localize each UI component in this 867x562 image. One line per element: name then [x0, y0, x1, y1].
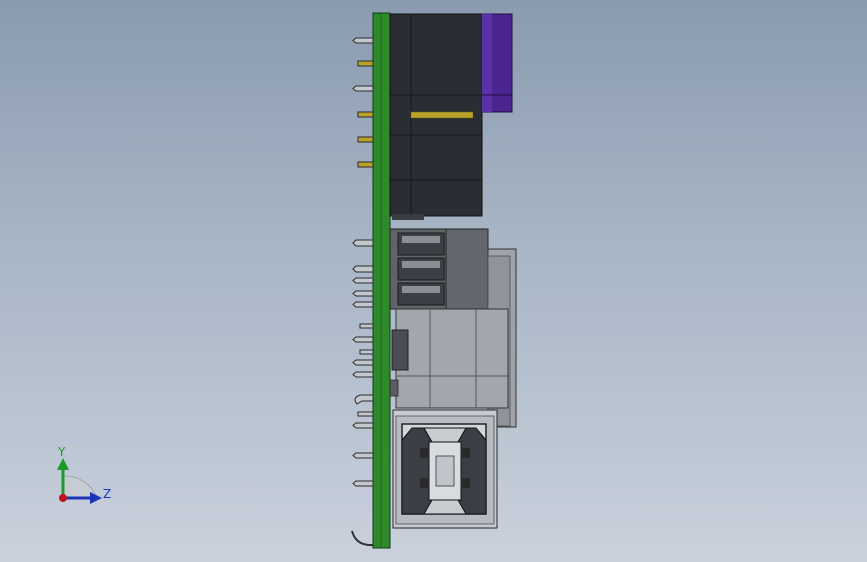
x-axis-dot [59, 494, 67, 502]
z-axis-label: Z [103, 487, 111, 501]
y-axis-label: Y [57, 445, 66, 459]
dc-jack-connector [389, 13, 483, 220]
solder-pins [351, 37, 374, 547]
screw-terminal [389, 228, 489, 310]
axis-triad: Y Z [57, 445, 111, 504]
pcb-board [372, 12, 391, 549]
potentiometer-knob [481, 13, 513, 113]
usb-b-connector [392, 409, 498, 529]
y-axis-arrow [57, 458, 69, 470]
cad-viewport[interactable]: Y Z [0, 0, 867, 562]
z-axis-arrow [90, 492, 102, 504]
